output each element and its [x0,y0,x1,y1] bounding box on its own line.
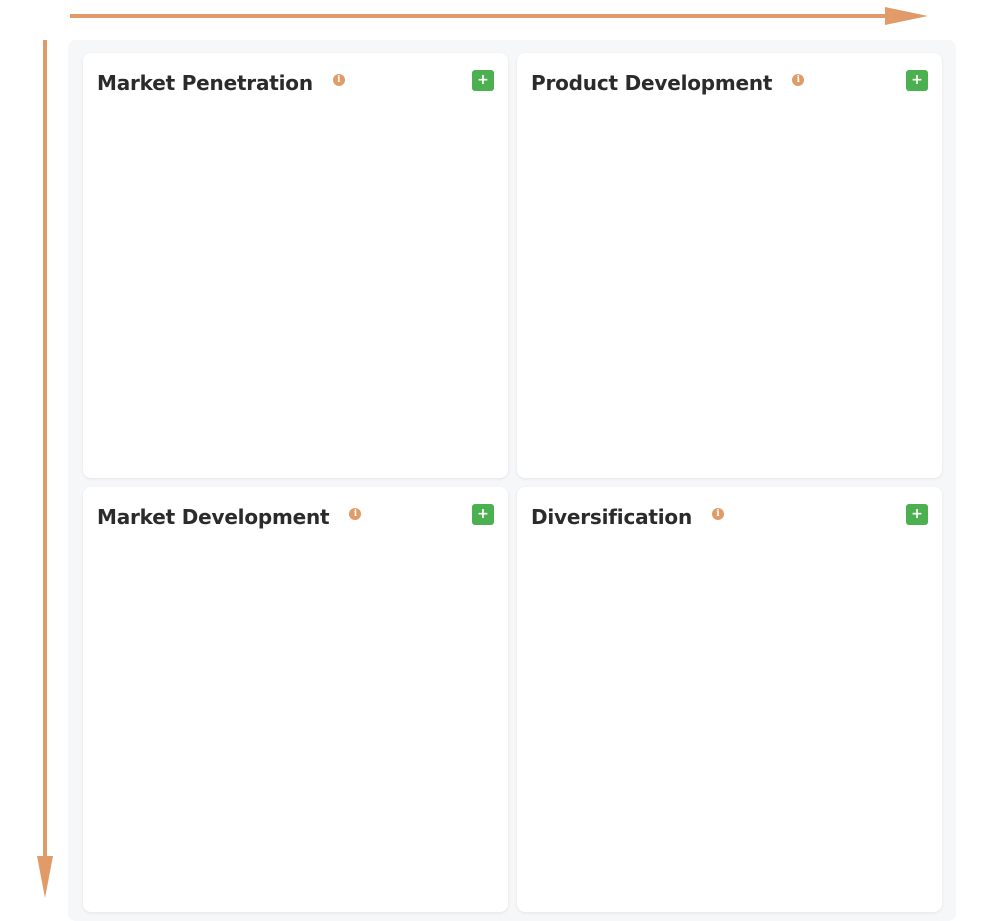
ansoff-matrix-board: Market Penetration i + Product Developme… [68,40,956,921]
quadrant-header: Product Development i + [531,69,928,97]
info-icon[interactable]: i [332,74,345,86]
quadrant-market-penetration: Market Penetration i + [83,53,508,478]
vertical-axis-arrow [37,40,53,898]
quadrant-diversification: Diversification i + [517,487,942,912]
horizontal-axis-arrow [70,7,928,25]
add-item-button[interactable]: + [906,70,928,91]
quadrant-product-development: Product Development i + [517,53,942,478]
quadrant-market-development: Market Development i + [83,487,508,912]
info-icon[interactable]: i [349,508,362,520]
add-item-button[interactable]: + [472,70,494,91]
quadrant-title: Diversification [531,505,692,529]
quadrant-title: Product Development [531,71,773,95]
quadrant-title: Market Penetration [97,71,313,95]
quadrant-title: Market Development [97,505,330,529]
quadrant-header: Market Development i + [97,503,494,531]
quadrant-header: Diversification i + [531,503,928,531]
info-icon[interactable]: i [712,508,724,520]
quadrant-header: Market Penetration i + [97,69,494,97]
add-item-button[interactable]: + [472,504,494,525]
add-item-button[interactable]: + [906,504,928,525]
info-icon[interactable]: i [792,74,805,86]
